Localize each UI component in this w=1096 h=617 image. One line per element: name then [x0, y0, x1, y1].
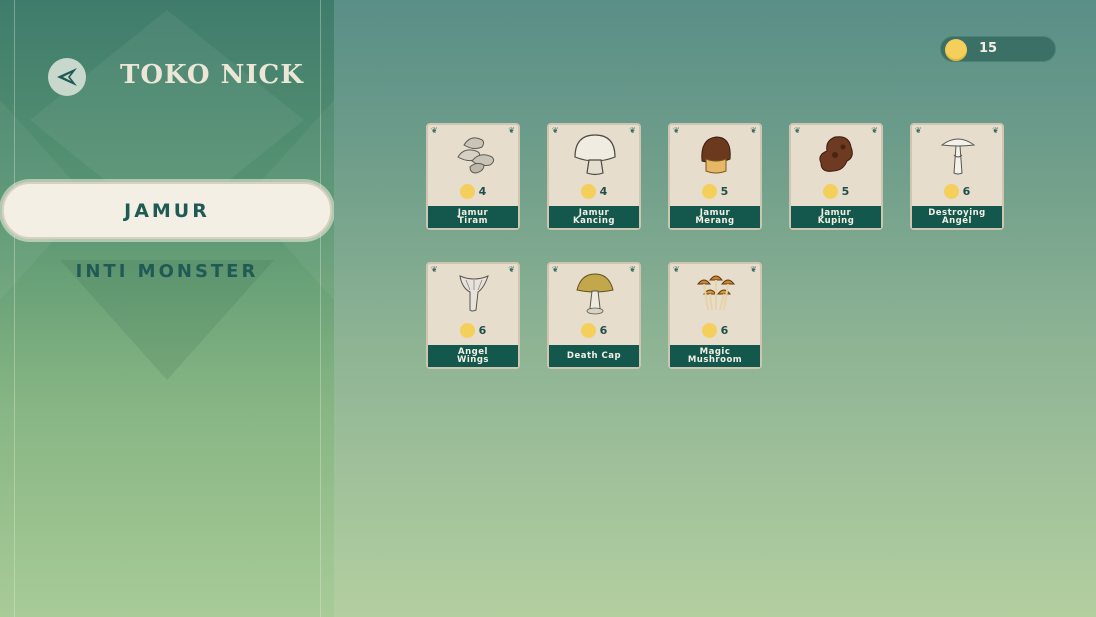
back-button[interactable] — [48, 58, 86, 96]
corner-ornament-icon: ❦ — [750, 126, 757, 135]
coin-icon — [580, 322, 596, 338]
item-name-bar: Death Cap — [549, 345, 639, 367]
item-name: Angel Wings — [457, 347, 489, 365]
item-name-bar: Magic Mushroom — [670, 345, 760, 367]
item-price: 5 — [791, 183, 881, 199]
price-value: 5 — [720, 184, 729, 198]
angel-wings-icon — [459, 275, 489, 312]
coin-icon — [701, 183, 717, 199]
item-name: Magic Mushroom — [687, 347, 743, 365]
category-tab-inti-monster[interactable]: INTI MONSTER — [0, 256, 334, 286]
straw-mushroom-icon — [701, 136, 731, 174]
corner-ornament-icon: ❦ — [552, 265, 559, 274]
item-name-bar: Jamur Merang — [670, 206, 760, 228]
shop-item-jamur-kancing[interactable]: ❦ ❦ 4 Jamur Kancing — [547, 123, 641, 230]
item-name-bar: Jamur Kancing — [549, 206, 639, 228]
item-name-bar: Jamur Kuping — [791, 206, 881, 228]
shop-item-angel-wings[interactable]: ❦ ❦ 6 Angel Wings — [426, 262, 520, 369]
item-price: 4 — [549, 183, 639, 199]
item-price: 6 — [549, 322, 639, 338]
item-name: Jamur Kancing — [573, 208, 615, 226]
item-price: 6 — [428, 322, 518, 338]
category-tab-jamur[interactable]: JAMUR — [2, 182, 332, 239]
corner-ornament-icon: ❦ — [629, 265, 636, 274]
coin-icon — [459, 183, 475, 199]
price-value: 6 — [962, 184, 971, 198]
death-cap-icon — [576, 273, 614, 315]
coin-icon — [943, 183, 959, 199]
shop-item-death-cap[interactable]: ❦ ❦ 6 Death Cap — [547, 262, 641, 369]
corner-ornament-icon: ❦ — [629, 126, 636, 135]
wood-ear-mushroom-icon — [819, 136, 853, 172]
corner-ornament-icon: ❦ — [508, 265, 515, 274]
corner-ornament-icon: ❦ — [794, 126, 801, 135]
shop-title: TOKO NICK — [120, 60, 304, 90]
corner-ornament-icon: ❦ — [992, 126, 999, 135]
price-value: 4 — [478, 184, 487, 198]
coin-icon — [459, 322, 475, 338]
coin-icon — [580, 183, 596, 199]
item-name-bar: Destroying Angel — [912, 206, 1002, 228]
button-mushroom-icon — [574, 134, 616, 176]
coin-amount: 15 — [979, 41, 998, 56]
sidebar-pattern — [0, 10, 334, 380]
magic-mushroom-icon — [696, 275, 736, 311]
shop-item-jamur-merang[interactable]: ❦ ❦ 5 Jamur Merang — [668, 123, 762, 230]
coin-icon — [945, 39, 967, 61]
coin-icon — [701, 322, 717, 338]
shop-item-jamur-kuping[interactable]: ❦ ❦ 5 Jamur Kuping — [789, 123, 883, 230]
back-arrow-icon — [57, 68, 77, 86]
shop-item-destroying-angel[interactable]: ❦ ❦ 6 Destroying Angel — [910, 123, 1004, 230]
category-sidebar: TOKO NICK JAMUR INTI MONSTER — [0, 0, 334, 617]
item-name-bar: Jamur Tiram — [428, 206, 518, 228]
item-name: Jamur Merang — [695, 208, 735, 226]
item-name: Jamur Tiram — [457, 208, 489, 226]
corner-ornament-icon: ❦ — [673, 265, 680, 274]
price-value: 6 — [720, 323, 729, 337]
price-value: 4 — [599, 184, 608, 198]
item-name: Death Cap — [566, 351, 622, 361]
item-name-bar: Angel Wings — [428, 345, 518, 367]
price-value: 6 — [599, 323, 608, 337]
item-price: 4 — [428, 183, 518, 199]
item-price: 5 — [670, 183, 760, 199]
corner-ornament-icon: ❦ — [508, 126, 515, 135]
item-name: Destroying Angel — [928, 208, 986, 226]
destroying-angel-icon — [940, 138, 976, 175]
oyster-mushroom-icon — [457, 137, 495, 174]
corner-ornament-icon: ❦ — [673, 126, 680, 135]
corner-ornament-icon: ❦ — [871, 126, 878, 135]
item-price: 6 — [912, 183, 1002, 199]
corner-ornament-icon: ❦ — [915, 126, 922, 135]
corner-ornament-icon: ❦ — [431, 265, 438, 274]
corner-ornament-icon: ❦ — [552, 126, 559, 135]
corner-ornament-icon: ❦ — [750, 265, 757, 274]
corner-ornament-icon: ❦ — [431, 126, 438, 135]
item-price: 6 — [670, 322, 760, 338]
category-tab-label: JAMUR — [124, 199, 210, 222]
category-tab-label: INTI MONSTER — [75, 260, 259, 282]
coin-counter: 15 — [940, 36, 1056, 62]
price-value: 6 — [478, 323, 487, 337]
shop-item-magic-mushroom[interactable]: ❦ ❦ 6 Magic Mushroom — [668, 262, 762, 369]
price-value: 5 — [841, 184, 850, 198]
coin-icon — [822, 183, 838, 199]
item-name: Jamur Kuping — [817, 208, 855, 226]
shop-item-jamur-tiram[interactable]: ❦ ❦ 4 Jamur Tiram — [426, 123, 520, 230]
